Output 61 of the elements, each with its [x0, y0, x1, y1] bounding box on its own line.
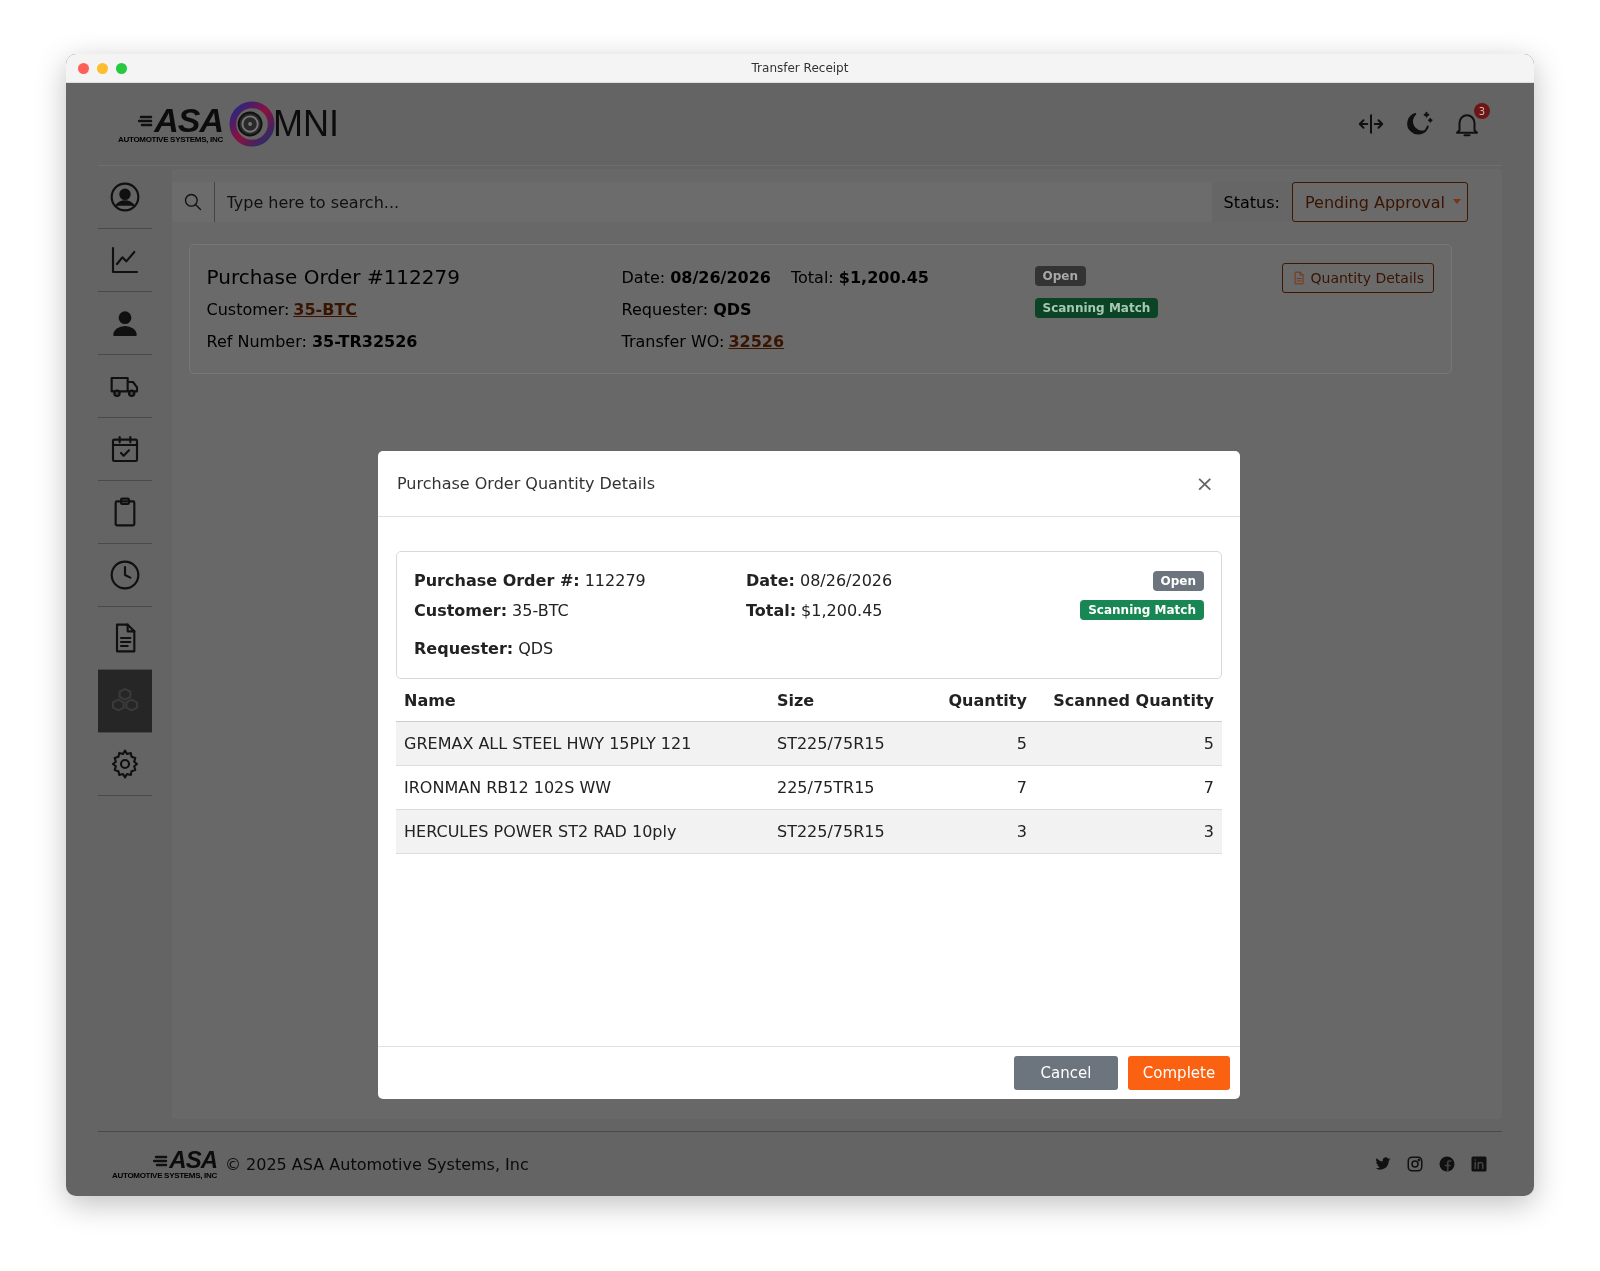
- table-cell: 5: [935, 721, 1035, 766]
- logo-tagline: AUTOMOTIVE SYSTEMS, INC: [118, 134, 223, 144]
- table-cell: GREMAX ALL STEEL HWY 15PLY 121: [396, 721, 769, 766]
- in-square-icon[interactable]: [1470, 1155, 1488, 1173]
- column-header: Quantity: [935, 679, 1035, 722]
- table-cell: 3: [935, 809, 1035, 854]
- logo-wordmark: ASA: [169, 1148, 217, 1171]
- field-text: Requester: QDS: [414, 637, 555, 660]
- window-title: Transfer Receipt: [751, 61, 849, 75]
- copyright-text: © 2025 ASA Automotive Systems, Inc: [224, 1154, 529, 1174]
- field-text: Requester: QDS: [621, 299, 752, 319]
- table-cell: 7: [935, 765, 1035, 810]
- field-text: Total: $1,200.45: [746, 599, 884, 622]
- field-text: Purchase Order #: 112279: [414, 569, 647, 592]
- status-badge: Open: [1034, 266, 1086, 286]
- bird-icon[interactable]: [1374, 1155, 1392, 1173]
- table-cell: ST225/75R15: [769, 721, 935, 766]
- clock-icon: [108, 559, 141, 591]
- status-dropdown[interactable]: Pending Approval: [1291, 182, 1468, 222]
- logo-wordmark: MNI: [272, 103, 339, 145]
- field-text: Customer: 35-BTC: [414, 599, 570, 622]
- close-button[interactable]: ×: [1189, 471, 1220, 496]
- wheel-logo-icon: [228, 101, 275, 147]
- column-header: Name: [396, 679, 769, 722]
- field-label: Transfer WO:: [621, 331, 725, 351]
- column-header: Scanned Quantity: [1034, 679, 1222, 722]
- complete-button[interactable]: Complete: [1128, 1056, 1230, 1090]
- window-control[interactable]: [116, 62, 127, 74]
- camera-icon[interactable]: [1406, 1155, 1424, 1173]
- order-link[interactable]: 35-BTC: [293, 299, 358, 319]
- field-label: Customer:: [206, 299, 290, 319]
- modal-title: Purchase Order Quantity Details: [397, 474, 655, 493]
- column-header: Size: [769, 679, 935, 722]
- cancel-button[interactable]: Cancel: [1014, 1056, 1118, 1090]
- table-cell: ST225/75R15: [769, 809, 935, 854]
- field-text: Ref Number: 35-TR32526: [206, 331, 418, 351]
- f-circle-icon[interactable]: [1438, 1155, 1456, 1173]
- user-circle-icon: [108, 181, 141, 213]
- logo-tagline: AUTOMOTIVE SYSTEMS, INC: [112, 1170, 217, 1180]
- status-badge: Open: [1152, 571, 1204, 591]
- table-cell: IRONMAN RB12 102S WW: [396, 765, 769, 810]
- search-bar[interactable]: Type here to search...: [171, 182, 1212, 222]
- table-cell: 3: [1034, 809, 1222, 854]
- field-text: Total: $1,200.45: [791, 267, 929, 287]
- logo-wordmark: ASA: [154, 104, 223, 135]
- status-badge: Scanning Match: [1080, 600, 1204, 620]
- table-cell: 5: [1034, 721, 1222, 766]
- search-input[interactable]: Type here to search...: [214, 191, 1212, 213]
- table-cell: 225/75TR15: [769, 765, 935, 810]
- table-cell: 7: [1034, 765, 1222, 810]
- caret-down-icon: [1453, 199, 1461, 205]
- order-link[interactable]: 32526: [728, 331, 785, 351]
- field-text: Date: 08/26/2026: [621, 267, 771, 287]
- order-title: Purchase Order #112279: [206, 265, 460, 289]
- status-badge: Scanning Match: [1034, 298, 1159, 318]
- field-text: Date: 08/26/2026: [746, 569, 894, 592]
- window-control[interactable]: [78, 62, 89, 74]
- table-cell: HERCULES POWER ST2 RAD 10ply: [396, 809, 769, 854]
- search-icon: [182, 192, 203, 212]
- notification-count: 3: [1474, 103, 1490, 119]
- quantity-details-button[interactable]: Quantity Details: [1281, 263, 1434, 293]
